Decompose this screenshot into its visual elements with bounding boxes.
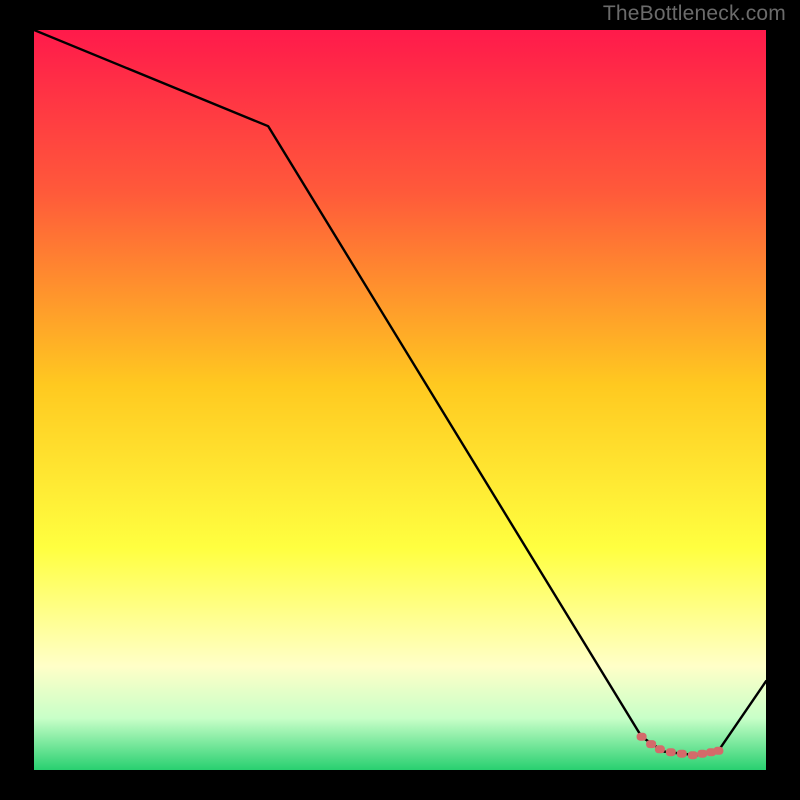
gradient-background [34, 30, 766, 770]
highlight-marker [688, 751, 698, 759]
highlight-marker [637, 733, 647, 741]
highlight-marker [713, 747, 723, 755]
watermark-text: TheBottleneck.com [603, 2, 786, 26]
chart-svg [34, 30, 766, 770]
highlight-marker [697, 750, 707, 758]
highlight-marker [655, 745, 665, 753]
highlight-marker [666, 748, 676, 756]
highlight-marker [646, 740, 656, 748]
chart-stage: TheBottleneck.com [0, 0, 800, 800]
highlight-marker [677, 750, 687, 758]
plot-area [34, 30, 766, 770]
